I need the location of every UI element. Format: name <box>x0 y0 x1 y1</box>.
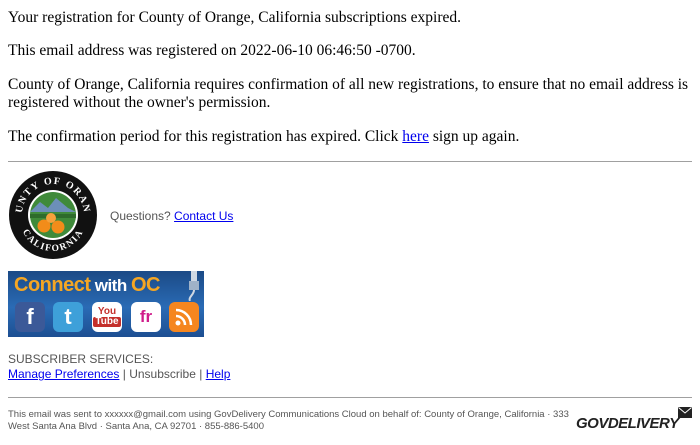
subscriber-links: Manage Preferences | Unsubscribe | Help <box>8 367 230 382</box>
contact-us-link[interactable]: Contact Us <box>174 209 233 223</box>
unsubscribe-text[interactable]: Unsubscribe <box>129 367 196 381</box>
county-seal-logo: COUNTY OF ORANGE CALIFORNIA <box>8 170 97 259</box>
help-link[interactable]: Help <box>206 367 231 381</box>
rss-icon[interactable] <box>169 302 199 332</box>
confirmation-expired-message: The confirmation period for this registr… <box>8 128 519 146</box>
sign-up-again-link[interactable]: here <box>402 128 429 145</box>
subscriber-services: SUBSCRIBER SERVICES: Manage Preferences … <box>8 352 230 382</box>
youtube-icon[interactable]: You Tube <box>92 302 122 332</box>
govdelivery-brand: GOVDELIVERY <box>576 415 679 432</box>
facebook-icon[interactable]: f <box>15 302 45 332</box>
confirmation-text-after: sign up again. <box>428 128 520 145</box>
footer-text: This email was sent to xxxxxx@gmail.com … <box>8 409 569 432</box>
confirmation-requirement-message: County of Orange, California requires co… <box>8 76 689 111</box>
separator: | <box>119 367 130 381</box>
govdelivery-logo: GOVDELIVERY <box>576 407 692 437</box>
connect-title: Connect with OC <box>14 274 160 296</box>
cable-plug-icon <box>188 271 199 301</box>
manage-preferences-link[interactable]: Manage Preferences <box>8 367 119 381</box>
divider-top <box>8 161 692 162</box>
divider-bottom <box>8 397 692 398</box>
separator: | <box>195 367 206 381</box>
subscriber-services-heading: SUBSCRIBER SERVICES: <box>8 352 154 366</box>
registered-date-message: This email address was registered on 202… <box>8 42 416 59</box>
questions-label: Questions? <box>110 209 175 223</box>
confirmation-text-before: The confirmation period for this registr… <box>8 128 403 145</box>
connect-with-oc-banner[interactable]: Connect with OC f t You Tube fr <box>8 271 204 337</box>
twitter-icon[interactable]: t <box>53 302 83 332</box>
questions-line: Questions? Contact Us <box>110 209 233 223</box>
friendfeed-icon[interactable]: fr <box>131 302 161 332</box>
envelope-icon <box>678 407 692 418</box>
expired-message: Your registration for County of Orange, … <box>8 9 462 26</box>
